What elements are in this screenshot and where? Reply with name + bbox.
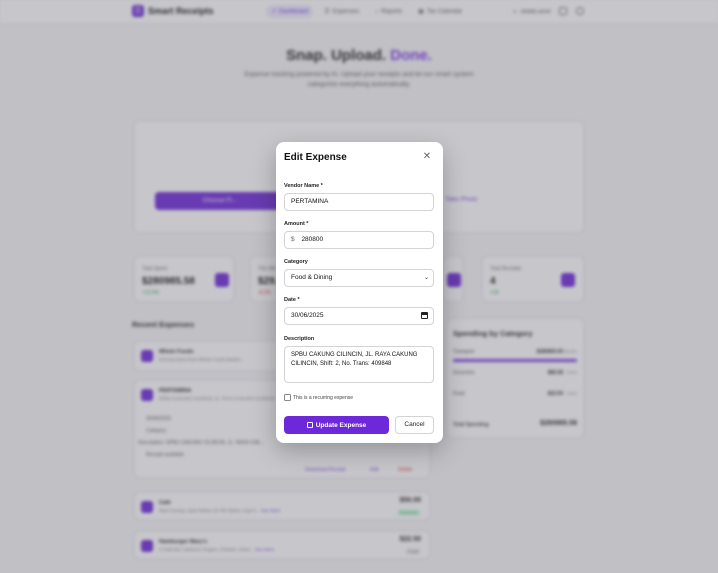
recurring-expense-label: This is a recurring expense (293, 395, 354, 401)
recurring-expense-checkbox[interactable] (284, 394, 291, 401)
calendar-icon[interactable] (421, 312, 428, 319)
vendor-name-label: Vendor Name * (284, 183, 323, 189)
vendor-name-value: PERTAMINA (291, 198, 329, 205)
vendor-name-field[interactable]: PERTAMINA (284, 193, 434, 211)
date-field[interactable]: 30/06/2025 (284, 307, 434, 325)
cancel-button[interactable]: Cancel (395, 416, 434, 434)
category-label: Category (284, 259, 308, 265)
close-icon[interactable]: ✕ (422, 152, 432, 162)
category-selected-value: Food & Dining (291, 274, 333, 281)
amount-field[interactable]: $ 280800 (284, 231, 434, 249)
save-icon (306, 422, 313, 428)
date-label: Date * (284, 297, 300, 303)
update-expense-label: Update Expense (315, 421, 367, 429)
description-textarea[interactable]: SPBU CAKUNG CILINCIN, JL. RAYA CAKUNG CI… (284, 346, 434, 383)
amount-label: Amount * (284, 221, 309, 227)
amount-value: 280800 (301, 236, 324, 243)
edit-expense-modal: Edit Expense ✕ Vendor Name * PERTAMINA A… (276, 142, 443, 443)
modal-title: Edit Expense (284, 152, 347, 163)
update-expense-button[interactable]: Update Expense (284, 416, 389, 434)
date-value: 30/06/2025 (291, 312, 324, 319)
chevron-down-icon: ⌄ (423, 275, 429, 281)
dollar-prefix-icon: $ (291, 236, 295, 243)
description-label: Description (284, 336, 315, 342)
category-select[interactable]: Food & Dining ⌄ (284, 269, 434, 287)
